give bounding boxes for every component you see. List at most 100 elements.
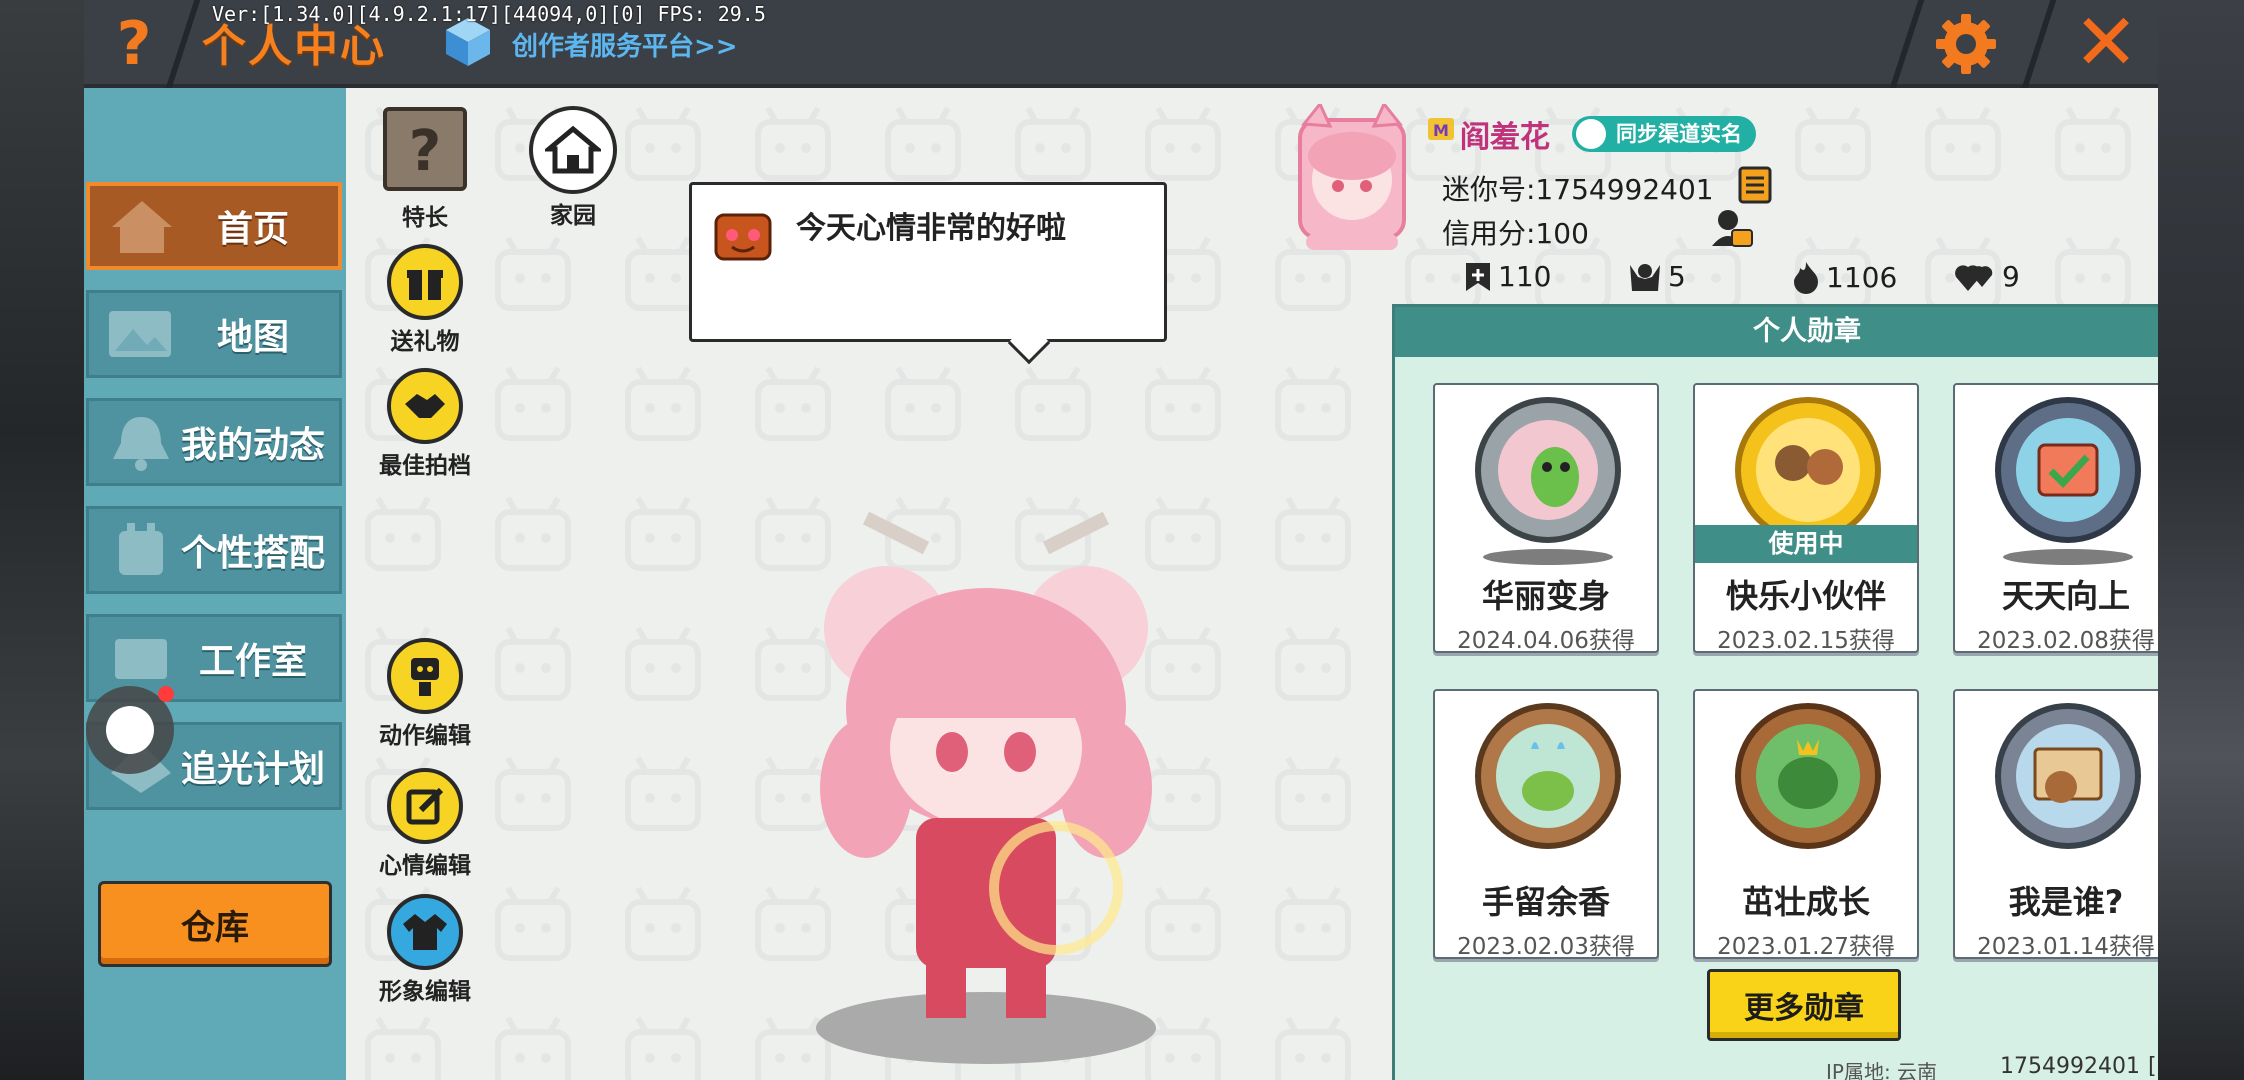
- sync-realname-label: 同步渠道实名: [1616, 122, 1742, 146]
- homeland-button[interactable]: 家园: [518, 106, 628, 230]
- badge-panel: 个人勋章 华丽变身 2024.04.06获得 使用中 快乐小伙伴 2023.02…: [1392, 304, 2158, 1080]
- credit-info-icon[interactable]: [1710, 206, 1754, 250]
- badge-date: 2023.01.14获得: [1977, 934, 2155, 960]
- badge-card[interactable]: 华丽变身 2024.04.06获得: [1433, 383, 1659, 654]
- badge-date: 2023.02.08获得: [1977, 628, 2155, 654]
- sidebar-item-my-feed[interactable]: 我的动态: [86, 398, 342, 486]
- lingering-fragrance-medal-icon: [1475, 703, 1621, 849]
- question-icon[interactable]: ?: [94, 8, 174, 80]
- happy-buddy-medal-icon: [1735, 397, 1881, 543]
- talent-button[interactable]: ? 特长: [370, 106, 480, 232]
- best-partner-button[interactable]: 最佳拍档: [370, 368, 480, 480]
- gift-icon: [387, 244, 463, 320]
- sidebar-item-label: 个性搭配: [181, 533, 326, 574]
- badge-panel-title: 个人勋章: [1395, 307, 2158, 357]
- sidebar-item-label: 工作室: [198, 641, 307, 682]
- badge-name: 我是谁?: [2008, 883, 2124, 921]
- action-edit-label: 动作编辑: [379, 723, 471, 749]
- appearance-edit-button[interactable]: 形象编辑: [370, 894, 480, 1006]
- svg-text:M: M: [1433, 121, 1449, 140]
- transform-medal-icon: [1475, 397, 1621, 543]
- badge-date: 2023.01.27获得: [1717, 934, 1895, 960]
- medal-shadow: [2003, 549, 2133, 565]
- send-gift-label: 送礼物: [390, 329, 460, 355]
- best-partner-label: 最佳拍档: [379, 453, 471, 479]
- talent-label: 特长: [402, 205, 448, 231]
- version-info: Ver:[1.34.0][4.9.2.1:17][44094,0][0] FPS…: [212, 2, 766, 26]
- badge-date: 2023.02.03获得: [1457, 934, 1635, 960]
- ip-location: IP属地: 云南: [1826, 1060, 1938, 1080]
- main-content: ? 特长 家园 送礼物 最佳拍档 动作编辑 心情编辑 形象编辑 今天心情非常的好…: [346, 88, 2158, 1080]
- gear-icon[interactable]: [1934, 12, 1998, 76]
- floating-assist-ball[interactable]: [86, 686, 174, 774]
- appearance-edit-label: 形象编辑: [379, 979, 471, 1005]
- stat-bookmark: 110: [1464, 260, 1551, 293]
- mood-edit-button[interactable]: 心情编辑: [370, 768, 480, 880]
- badge-date: 2024.04.06获得: [1457, 628, 1635, 654]
- fire-icon: [1794, 262, 1818, 294]
- sidebar-item-label: 地图: [216, 317, 289, 358]
- robot-icon: [387, 638, 463, 714]
- sidebar-item-label: 我的动态: [181, 425, 326, 466]
- studio-icon: [115, 639, 167, 679]
- warehouse-button[interactable]: 仓库: [98, 881, 332, 967]
- question-block-icon: ?: [383, 107, 467, 191]
- stat-likes-value: 9: [2002, 260, 2020, 293]
- stat-bookmark-value: 110: [1498, 260, 1552, 293]
- badge-date: 2023.02.15获得: [1717, 628, 1895, 654]
- badge-name: 华丽变身: [1481, 577, 1610, 615]
- footer-info: IP属地: 云南 1754992401 [04/06]11:34 0 [5: [1826, 1054, 2158, 1080]
- medal-shadow: [1483, 549, 1613, 565]
- notification-dot: [158, 686, 174, 702]
- badge-name: 快乐小伙伴: [1725, 577, 1886, 615]
- user-icon: [1576, 119, 1606, 149]
- sidebar-item-label: 追光计划: [181, 749, 326, 790]
- plus-bookmark-icon: [1466, 262, 1490, 291]
- footer-uid: 1754992401: [2000, 1054, 2140, 1079]
- badge-card[interactable]: 我是谁? 2023.01.14获得: [1953, 689, 2158, 960]
- sidebar-item-home[interactable]: 首页: [86, 182, 342, 270]
- divider: [1889, 0, 1925, 88]
- stat-popularity: 1106: [1792, 260, 1897, 294]
- more-badges-button[interactable]: 更多勋章: [1707, 969, 1901, 1041]
- sidebar-item-map[interactable]: 地图: [86, 290, 342, 378]
- stat-popularity-value: 1106: [1826, 260, 1898, 294]
- copy-icon[interactable]: [1736, 164, 1776, 206]
- daily-progress-medal-icon: [1995, 397, 2141, 543]
- who-am-i-medal-icon: [1995, 703, 2141, 849]
- credit-score: 信用分:100: [1442, 217, 1589, 250]
- creator-platform-link[interactable]: 创作者服务平台>>: [512, 26, 738, 63]
- mood-bubble[interactable]: 今天心情非常的好啦: [689, 182, 1167, 365]
- profile-name: 阎羞花: [1460, 120, 1550, 155]
- sync-realname-tag[interactable]: 同步渠道实名: [1572, 116, 1756, 152]
- footer-time: [04/06]11:34 0 [5: [2148, 1054, 2158, 1079]
- send-gift-button[interactable]: 送礼物: [370, 244, 480, 356]
- home-icon: [112, 201, 172, 253]
- outfit-icon: [119, 523, 163, 575]
- mood-emoji-icon: [714, 213, 772, 261]
- stat-fans-value: 5: [1668, 260, 1686, 293]
- sidebar-item-outfit[interactable]: 个性搭配: [86, 506, 342, 594]
- badge-name: 天天向上: [2001, 577, 2130, 615]
- fans-icon: [1630, 263, 1660, 291]
- action-edit-button[interactable]: 动作编辑: [370, 638, 480, 750]
- house-icon: [529, 106, 617, 194]
- badge-card[interactable]: 天天向上 2023.02.08获得: [1953, 383, 2158, 654]
- vip-badge-icon: M: [1428, 118, 1454, 140]
- edit-icon: [387, 768, 463, 844]
- badge-card[interactable]: 茁壮成长 2023.01.27获得: [1693, 689, 1919, 960]
- game-scene-left: [0, 0, 84, 1080]
- divider: [2021, 0, 2057, 88]
- assist-ball-core: [106, 706, 154, 754]
- close-icon[interactable]: ✕: [2069, 4, 2143, 82]
- mood-text: 今天心情非常的好啦: [796, 211, 1066, 246]
- hearts-icon: [1955, 264, 1993, 291]
- badge-card[interactable]: 手留余香 2023.02.03获得: [1433, 689, 1659, 960]
- personal-center-panel: ? 个人中心 创作者服务平台>> ✕ 首页 地图 我的动态 个性搭配 工作室 追…: [84, 0, 2158, 1080]
- avatar[interactable]: [1296, 104, 1408, 254]
- badge-card[interactable]: 使用中 快乐小伙伴 2023.02.15获得: [1693, 383, 1919, 654]
- mood-edit-label: 心情编辑: [379, 853, 471, 879]
- handshake-icon: [387, 368, 463, 444]
- character-model[interactable]: [776, 508, 1196, 1068]
- stat-likes: 9: [1954, 260, 2020, 293]
